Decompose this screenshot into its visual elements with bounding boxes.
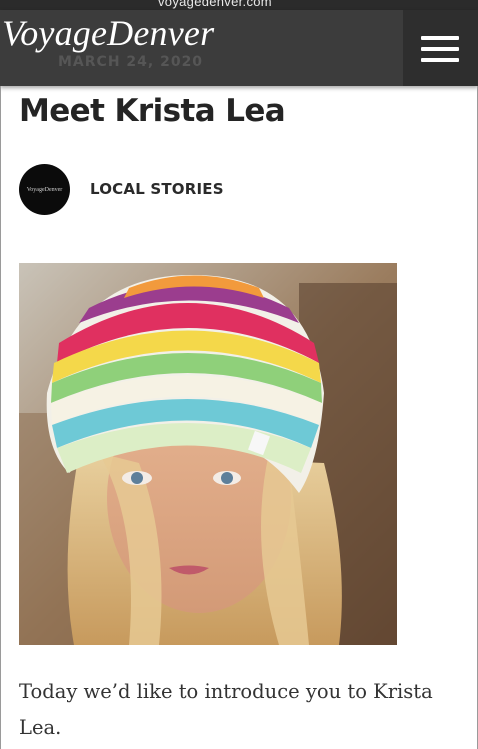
intro-line-1: Today we’d like to introduce you to Kris… [19,680,433,703]
page-border-left [0,86,1,749]
site-header: MARCH 24, 2020 VoyageDenver [0,10,478,86]
article-date: MARCH 24, 2020 [58,54,204,70]
category-link[interactable]: LOCAL STORIES [90,180,224,198]
menu-button[interactable] [403,10,478,86]
browser-url-bar: voyagedenver.com [0,0,478,10]
hamburger-menu-icon [421,58,459,62]
article-photo [19,263,397,645]
avatar-logo-text: VoyageDenver [26,186,63,193]
url-text: voyagedenver.com [158,0,272,9]
intro-line-2: Lea. [19,716,62,739]
hamburger-menu-icon [421,36,459,40]
article-title: Meet Krista Lea [19,93,286,129]
article-intro: Today we’d like to introduce you to Kris… [19,674,459,746]
site-logo[interactable]: VoyageDenver [2,12,214,54]
hamburger-menu-icon [421,47,459,51]
author-avatar[interactable]: VoyageDenver [19,164,70,215]
